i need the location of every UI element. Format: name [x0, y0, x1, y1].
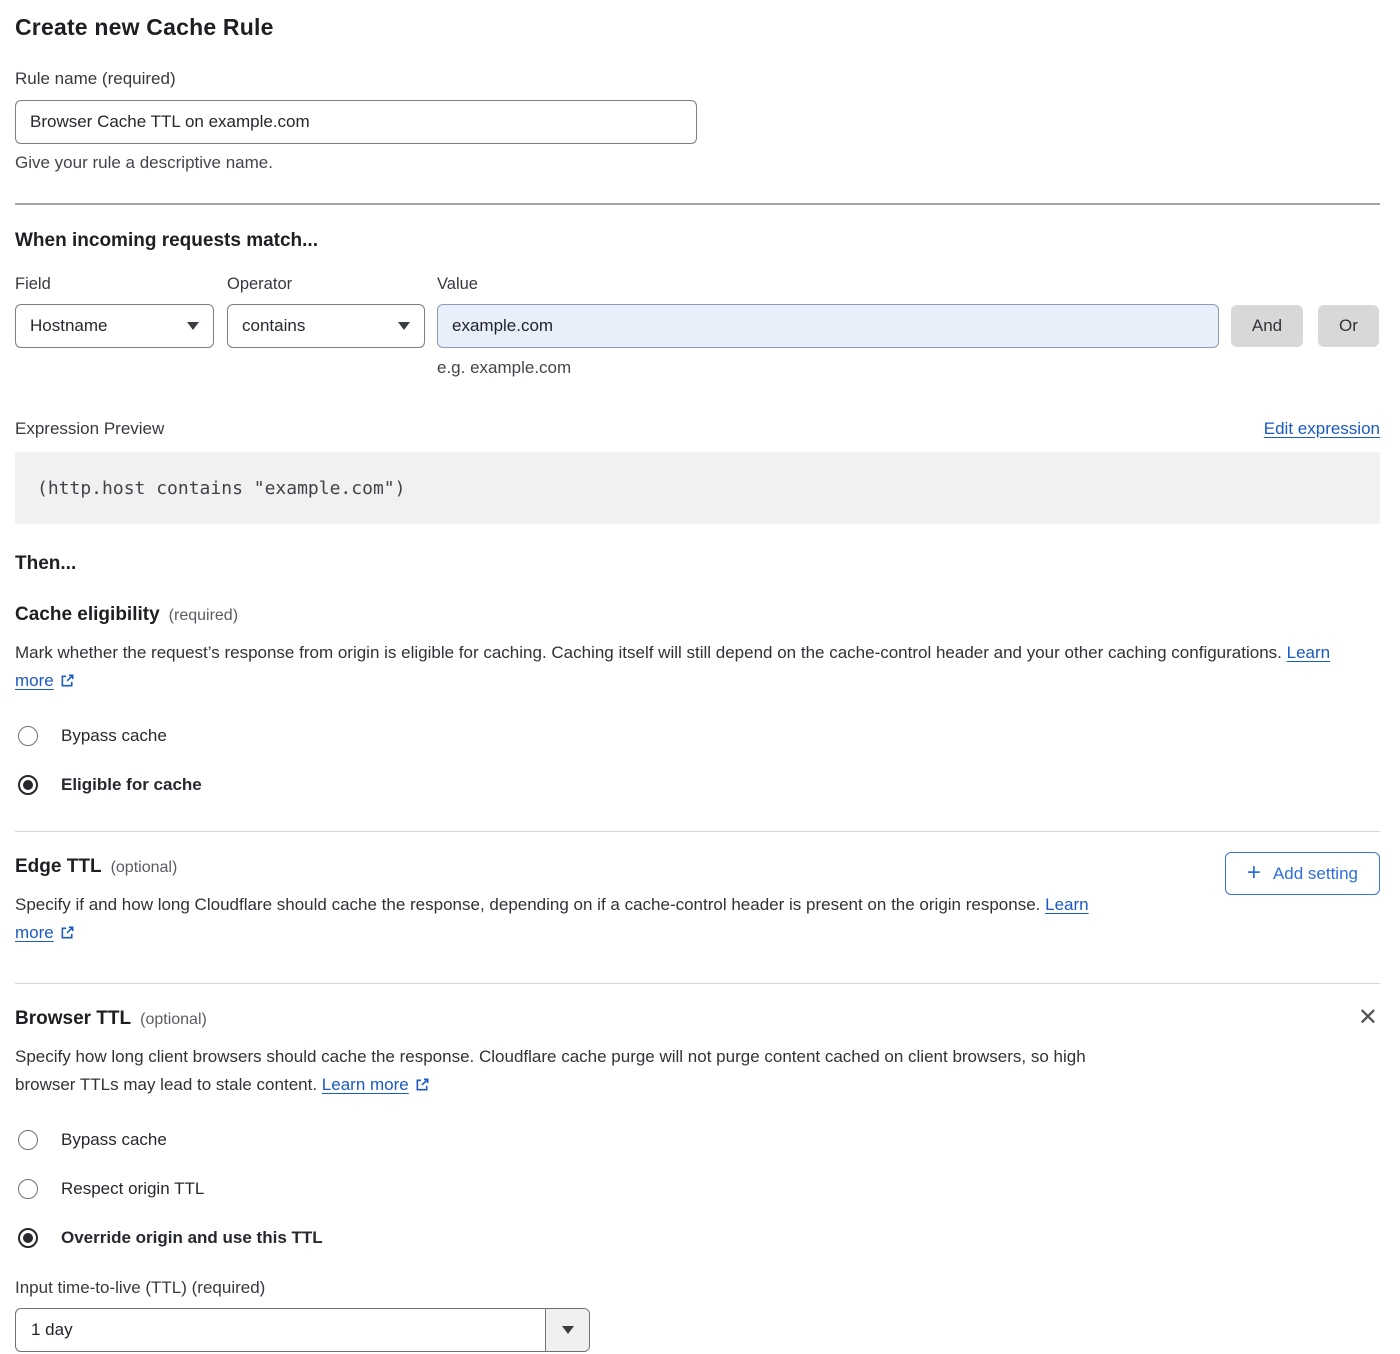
operator-select-value: contains [242, 316, 305, 336]
edit-expression-link[interactable]: Edit expression [1264, 419, 1380, 439]
match-controls-row: Hostname contains example.com And Or [15, 304, 1380, 348]
and-button[interactable]: And [1231, 305, 1303, 347]
radio-bypass-cache[interactable]: Bypass cache [15, 726, 1380, 746]
plus-icon: + [1247, 861, 1261, 885]
add-setting-label: Add setting [1273, 864, 1358, 884]
radio-circle-checked[interactable] [18, 775, 38, 795]
radio-label: Respect origin TTL [61, 1179, 204, 1199]
ttl-select-arrow[interactable] [545, 1309, 589, 1351]
browser-ttl-optional: (optional) [140, 1011, 207, 1029]
edge-ttl-title: Edge TTL [15, 856, 102, 878]
radio-circle[interactable] [18, 1130, 38, 1150]
edge-ttl-optional: (optional) [111, 859, 178, 877]
field-select-value: Hostname [30, 316, 107, 336]
section-divider [15, 203, 1380, 205]
cache-eligibility-required: (required) [169, 607, 238, 625]
then-heading: Then... [15, 553, 1380, 575]
value-help: e.g. example.com [437, 358, 1380, 378]
ttl-select-value: 1 day [16, 1309, 545, 1351]
field-label: Field [15, 275, 227, 294]
expression-preview-row: Expression Preview Edit expression [15, 419, 1380, 439]
edge-ttl-description: Specify if and how long Cloudflare shoul… [15, 891, 1115, 949]
chevron-down-icon [398, 322, 410, 330]
radio-respect-origin-ttl[interactable]: Respect origin TTL [15, 1179, 1380, 1199]
edge-ttl-header: Edge TTL (optional) Specify if and how l… [15, 856, 1380, 949]
add-setting-button[interactable]: + Add setting [1225, 852, 1380, 895]
rule-name-input[interactable]: Browser Cache TTL on example.com [15, 100, 697, 144]
browser-ttl-heading: Browser TTL (optional) [15, 1008, 1105, 1030]
match-labels-row: Field Operator Value [15, 275, 1380, 294]
radio-browser-bypass-cache[interactable]: Bypass cache [15, 1130, 1380, 1150]
edge-ttl-text-col: Edge TTL (optional) Specify if and how l… [15, 856, 1115, 949]
operator-select[interactable]: contains [227, 304, 425, 348]
browser-ttl-text-col: Browser TTL (optional) Specify how long … [15, 1008, 1105, 1101]
cache-eligibility-description-text: Mark whether the request’s response from… [15, 643, 1282, 662]
rule-name-value: Browser Cache TTL on example.com [30, 112, 310, 132]
cache-eligibility-heading: Cache eligibility (required) [15, 604, 1380, 626]
cache-eligibility-description: Mark whether the request’s response from… [15, 639, 1360, 697]
section-divider [15, 983, 1380, 984]
expression-preview-label: Expression Preview [15, 419, 164, 439]
external-link-icon [60, 921, 75, 949]
edge-ttl-description-text: Specify if and how long Cloudflare shoul… [15, 895, 1040, 914]
radio-label: Override origin and use this TTL [61, 1228, 323, 1248]
operator-label: Operator [227, 275, 437, 294]
browser-ttl-header: Browser TTL (optional) Specify how long … [15, 1008, 1380, 1101]
learn-more-link[interactable]: Learn more [322, 1075, 409, 1094]
ttl-input-label: Input time-to-live (TTL) (required) [15, 1278, 1380, 1298]
radio-override-origin-ttl[interactable]: Override origin and use this TTL [15, 1228, 1380, 1248]
radio-label: Bypass cache [61, 726, 167, 746]
value-input[interactable]: example.com [437, 304, 1219, 348]
external-link-icon [60, 669, 75, 697]
browser-ttl-title: Browser TTL [15, 1008, 131, 1030]
value-label: Value [437, 275, 478, 294]
radio-label: Bypass cache [61, 1130, 167, 1150]
match-heading: When incoming requests match... [15, 230, 1380, 252]
expression-code: (http.host contains "example.com") [37, 478, 405, 499]
radio-label: Eligible for cache [61, 775, 202, 795]
page-title: Create new Cache Rule [15, 14, 1380, 41]
field-select[interactable]: Hostname [15, 304, 214, 348]
edge-ttl-heading: Edge TTL (optional) [15, 856, 1115, 878]
close-icon[interactable]: ✕ [1358, 1006, 1378, 1030]
expression-code-block: (http.host contains "example.com") [15, 452, 1380, 524]
ttl-select[interactable]: 1 day [15, 1308, 590, 1352]
chevron-down-icon [562, 1326, 574, 1334]
radio-circle[interactable] [18, 726, 38, 746]
browser-ttl-description-text: Specify how long client browsers should … [15, 1047, 1086, 1094]
radio-eligible-for-cache[interactable]: Eligible for cache [15, 775, 1380, 795]
chevron-down-icon [187, 322, 199, 330]
radio-circle[interactable] [18, 1179, 38, 1199]
create-cache-rule-form: Create new Cache Rule Rule name (require… [0, 0, 1400, 1352]
rule-name-label: Rule name (required) [15, 69, 1380, 89]
or-button[interactable]: Or [1318, 305, 1379, 347]
radio-circle-checked[interactable] [18, 1228, 38, 1248]
rule-name-help: Give your rule a descriptive name. [15, 153, 1380, 173]
cache-eligibility-title: Cache eligibility [15, 604, 160, 626]
value-input-value: example.com [452, 316, 553, 336]
browser-ttl-description: Specify how long client browsers should … [15, 1043, 1105, 1101]
section-divider [15, 831, 1380, 832]
external-link-icon [415, 1073, 430, 1101]
